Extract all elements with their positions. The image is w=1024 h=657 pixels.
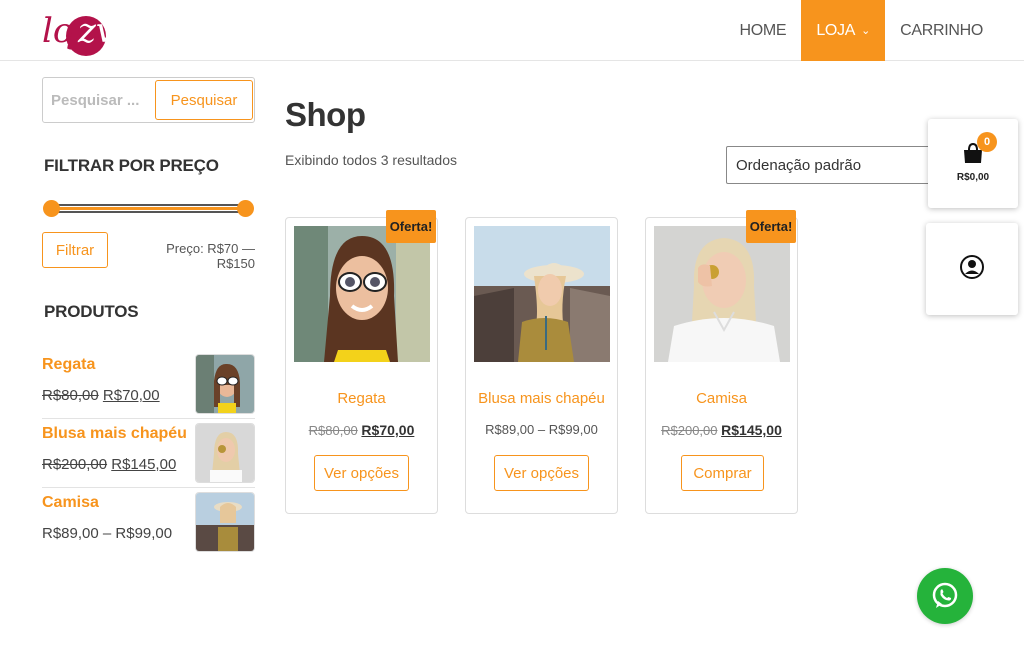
- main-nav: HOME LOJA ⌄ CARRINHO: [725, 0, 999, 61]
- product-image[interactable]: [474, 226, 610, 362]
- sale-price: R$70,00: [361, 422, 415, 438]
- price-slider-range: [48, 207, 246, 210]
- product-price: R$80,00 R$70,00: [286, 422, 437, 438]
- sidebar-product-name[interactable]: Blusa mais chapéu: [42, 425, 187, 443]
- sidebar-product-price: R$200,00 R$145,00: [42, 456, 176, 473]
- sidebar-product-thumbnail[interactable]: [195, 423, 255, 483]
- buy-button[interactable]: Comprar: [681, 455, 764, 491]
- product-title[interactable]: Blusa mais chapéu: [466, 390, 617, 407]
- product-title[interactable]: Camisa: [646, 390, 797, 407]
- old-price: R$80,00: [308, 423, 358, 438]
- divider: [42, 418, 255, 419]
- old-price: R$200,00: [661, 423, 718, 438]
- sidebar-product-price: R$80,00 R$70,00: [42, 387, 160, 404]
- sale-price: R$145,00: [111, 456, 177, 473]
- nav-loja-label: LOJA: [816, 21, 856, 39]
- whatsapp-icon: [932, 582, 958, 608]
- product-image[interactable]: [654, 226, 790, 362]
- filter-button[interactable]: Filtrar: [42, 232, 108, 268]
- old-price: R$80,00: [42, 387, 99, 404]
- sale-badge: Oferta!: [746, 210, 796, 243]
- page-title: Shop: [285, 96, 366, 133]
- sidebar-product-name[interactable]: Camisa: [42, 494, 99, 512]
- products-widget-title: PRODUTOS: [44, 302, 139, 321]
- cart-count-badge: 0: [977, 132, 997, 152]
- ordering-select[interactable]: Ordenação padrão: [726, 146, 946, 184]
- product-search-form: Pesquisar: [42, 77, 255, 123]
- product-price: R$89,00 – R$99,00: [485, 422, 598, 437]
- price-filter-title: FILTRAR POR PREÇO: [44, 156, 219, 175]
- sidebar-product-thumbnail[interactable]: [195, 354, 255, 414]
- floating-account[interactable]: [926, 223, 1018, 315]
- nav-item-home[interactable]: HOME: [725, 0, 802, 61]
- price-range-label: Preço: R$70 — R$150: [166, 241, 255, 271]
- sale-price: R$70,00: [102, 387, 160, 404]
- product-card: Oferta! Regata R$80,00 R$70,00 Ver opçõe…: [285, 210, 438, 514]
- sale-badge: Oferta!: [386, 210, 436, 243]
- sidebar-product: Regata R$80,00 R$70,00: [42, 354, 255, 422]
- site-logo[interactable]: loj zvi: [40, 6, 116, 58]
- sidebar-product: Blusa mais chapéu R$200,00 R$145,00: [42, 423, 255, 491]
- price-slider-track[interactable]: [48, 204, 246, 213]
- search-input[interactable]: [43, 78, 155, 122]
- chevron-down-icon: ⌄: [861, 25, 871, 37]
- product-price: R$200,00 R$145,00: [646, 422, 797, 438]
- floating-cart[interactable]: 0 R$0,00: [928, 119, 1018, 208]
- divider: [42, 487, 255, 488]
- cart-total: R$0,00: [956, 172, 990, 183]
- nav-carrinho-label: CARRINHO: [900, 21, 983, 39]
- search-button[interactable]: Pesquisar: [155, 80, 253, 120]
- sidebar-product-thumbnail[interactable]: [195, 492, 255, 552]
- logo-text-part2: zvi: [77, 11, 116, 51]
- price-slider-min-handle[interactable]: [43, 200, 60, 217]
- sidebar-product-price: R$89,00 – R$99,00: [42, 525, 173, 542]
- nav-item-loja[interactable]: LOJA ⌄: [801, 0, 886, 61]
- view-options-button[interactable]: Ver opções: [314, 455, 409, 491]
- result-count: Exibindo todos 3 resultados: [285, 152, 457, 168]
- product-card: Oferta! Camisa R$200,00 R$145,00 Comprar: [645, 210, 798, 514]
- product-image[interactable]: [294, 226, 430, 362]
- site-header: loj zvi HOME LOJA ⌄ CARRINHO: [0, 0, 1024, 61]
- old-price: R$200,00: [42, 456, 108, 473]
- sidebar-product: Camisa R$89,00 – R$99,00: [42, 492, 255, 560]
- user-circle-icon: [960, 255, 984, 279]
- product-card: Blusa mais chapéu R$89,00 – R$99,00 Ver …: [465, 217, 618, 514]
- nav-item-carrinho[interactable]: CARRINHO: [885, 0, 998, 61]
- sale-price: R$145,00: [721, 422, 782, 438]
- view-options-button[interactable]: Ver opções: [494, 455, 589, 491]
- whatsapp-button[interactable]: [917, 568, 973, 624]
- price-slider-max-handle[interactable]: [237, 200, 254, 217]
- product-title[interactable]: Regata: [286, 390, 437, 407]
- nav-home-label: HOME: [739, 21, 787, 39]
- sidebar-product-name[interactable]: Regata: [42, 356, 95, 374]
- logo-mark: loj zvi: [42, 11, 116, 56]
